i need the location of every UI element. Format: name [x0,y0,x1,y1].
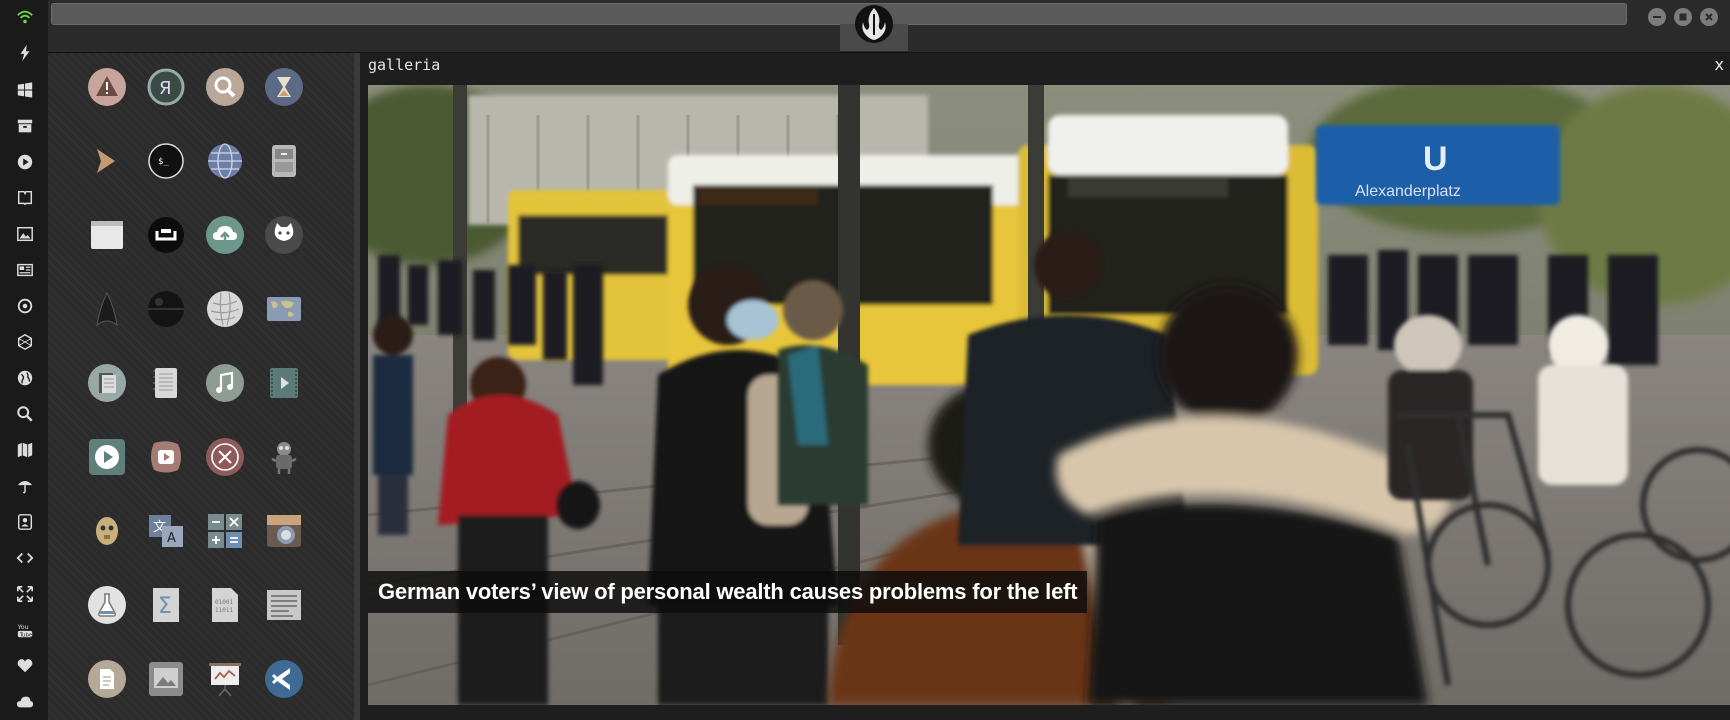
wikipedia-icon[interactable] [203,287,247,331]
maximize-button[interactable] [1674,8,1692,26]
top-input-strip[interactable] [51,3,1627,25]
death-star-icon[interactable] [144,287,188,331]
expand-icon[interactable] [14,583,36,605]
warning-icon[interactable] [85,65,129,109]
document-icon[interactable] [85,657,129,701]
svg-text:01001: 01001 [215,599,233,606]
sigma-icon[interactable]: Σ [144,583,188,627]
window-icon[interactable] [85,213,129,257]
code-icon[interactable] [14,547,36,569]
chevron-right-icon[interactable] [85,139,129,183]
contacts-icon[interactable] [14,511,36,533]
newspaper-icon[interactable] [14,259,36,281]
lightning-icon[interactable] [14,42,36,64]
translate-icon[interactable]: 文A [144,509,188,553]
svg-text:Σ: Σ [158,594,172,619]
document-stack-icon[interactable] [85,361,129,405]
search-icon[interactable] [203,65,247,109]
github-icon[interactable] [262,213,306,257]
umbrella-icon[interactable] [14,475,36,497]
video-player-icon[interactable] [144,435,188,479]
photo-caption: German voters’ view of personal wealth c… [368,571,1088,613]
picture-icon[interactable] [144,657,188,701]
notepad-icon[interactable] [144,361,188,405]
cloud-icon[interactable] [14,691,36,713]
sign-text: Alexanderplatz [1355,183,1461,200]
search-icon[interactable] [14,403,36,425]
hexagon-icon[interactable] [14,331,36,353]
world-map-icon[interactable] [262,287,306,331]
gallery-window: galleria x U Alexanderplatz German voter… [360,53,1730,720]
windows-icon[interactable] [14,79,36,101]
cloud-upload-icon[interactable] [203,213,247,257]
play-button-icon[interactable] [85,435,129,479]
gallery-title: galleria [368,56,441,74]
book-icon[interactable] [14,187,36,209]
terminal-icon[interactable]: $_ [144,139,188,183]
gallery-close-button[interactable]: x [1715,55,1724,74]
play-icon[interactable] [14,151,36,173]
close-circle-icon[interactable] [203,435,247,479]
svg-text:Tube: Tube [19,632,33,638]
vscode-icon[interactable] [262,657,306,701]
globe-icon[interactable] [14,367,36,389]
binary-file-icon[interactable]: 01001 11011 [203,583,247,627]
sign-letter: U [1423,140,1448,178]
text-lines-icon[interactable] [262,583,306,627]
archive-icon[interactable] [14,115,36,137]
music-icon[interactable] [203,361,247,405]
close-window-button[interactable] [1700,8,1718,26]
minimize-button[interactable] [1648,8,1666,26]
calculator-icon[interactable] [203,509,247,553]
app-launcher-grid: Я $_ 文 A Σ 01001 11011 [48,53,354,720]
image-icon[interactable] [14,223,36,245]
svg-text:You: You [17,624,29,631]
camera-icon[interactable] [262,509,306,553]
presentation-icon[interactable] [203,657,247,701]
youtube-icon[interactable]: You Tube [14,619,36,641]
top-bar [48,0,1730,53]
robot-icon[interactable] [262,435,306,479]
wifi-icon[interactable] [14,6,36,28]
webcam-icon[interactable] [144,213,188,257]
c3po-icon[interactable] [85,509,129,553]
globe-icon[interactable] [203,139,247,183]
flask-icon[interactable] [85,583,129,627]
svg-text:$_: $_ [158,157,169,167]
rebel-alliance-logo-icon [852,2,896,46]
yandex-icon[interactable]: Я [144,65,188,109]
video-file-icon[interactable] [262,361,306,405]
settings-icon[interactable] [14,295,36,317]
file-cabinet-icon[interactable] [262,139,306,183]
svg-text:A: A [167,531,176,546]
left-dock: You Tube [0,0,49,720]
svg-text:11011: 11011 [215,607,233,614]
svg-text:Я: Я [159,78,172,99]
map-icon[interactable] [14,439,36,461]
starfleet-icon[interactable] [85,287,129,331]
hourglass-icon[interactable] [262,65,306,109]
heart-icon[interactable] [14,655,36,677]
